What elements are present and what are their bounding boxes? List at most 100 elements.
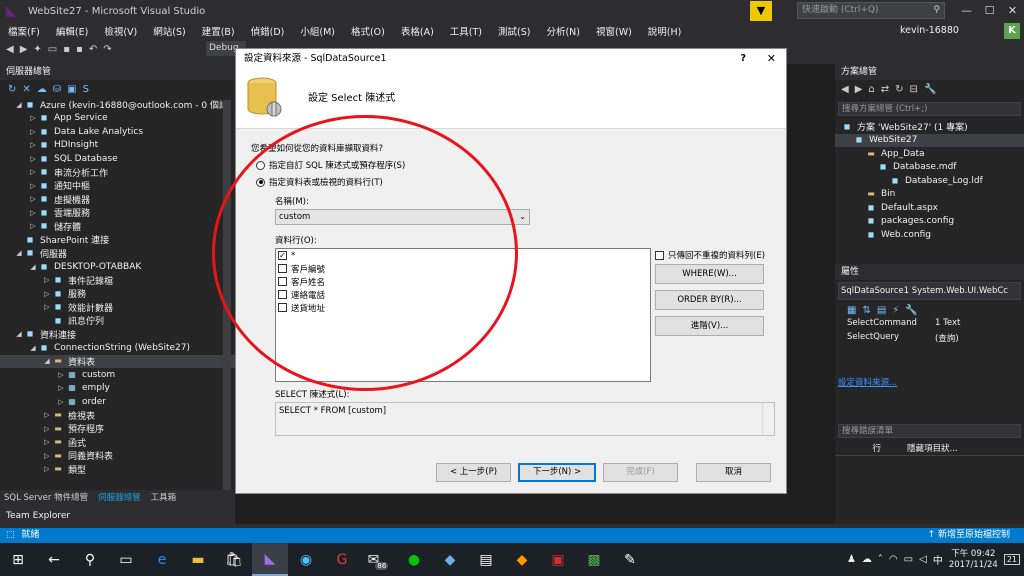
connect-server-icon[interactable]: ▣ — [67, 84, 76, 95]
menu-item-13[interactable]: 說明(H) — [640, 24, 690, 38]
tree-node[interactable]: ◢ ▬ 資料表 — [0, 354, 235, 368]
back-icon[interactable]: ◀ — [6, 44, 14, 55]
menu-item-9[interactable]: 工具(T) — [442, 24, 490, 38]
column-line[interactable]: 行 — [835, 442, 887, 455]
maximize-button[interactable]: ☐ — [978, 0, 1001, 22]
collapsed-icon[interactable]: ▷ — [42, 290, 52, 298]
menu-item-8[interactable]: 表格(A) — [393, 24, 442, 38]
column-checkbox[interactable]: ✓ — [278, 251, 287, 260]
configure-datasource-link[interactable]: 設定資料來源... — [835, 376, 1024, 388]
user-name[interactable]: kevin-16880 — [900, 25, 959, 36]
search-icon[interactable]: ⚲ — [72, 543, 108, 576]
collapsed-icon[interactable]: ▷ — [28, 141, 38, 149]
where-button[interactable]: WHERE(W)... — [655, 264, 764, 284]
media-icon[interactable]: ◉ — [288, 543, 324, 576]
wifi-icon[interactable]: ◠ — [889, 554, 898, 565]
finish-button[interactable]: 完成(F) — [603, 463, 678, 482]
tree-node[interactable]: ▷ ◼ 事件記錄檔 — [0, 274, 235, 288]
server-explorer-scrollbar[interactable] — [223, 100, 231, 490]
connect-sharepoint-icon[interactable]: S — [83, 84, 89, 95]
orderby-button[interactable]: ORDER BY(R)... — [655, 290, 764, 310]
tree-node[interactable]: ▷ ◼ 效能計數器 — [0, 301, 235, 315]
connect-azure-icon[interactable]: ☁ — [37, 84, 47, 95]
tree-node[interactable]: ▷ ◼ 儲存體 — [0, 220, 235, 234]
edge-icon[interactable]: e — [144, 543, 180, 576]
menu-item-0[interactable]: 檔案(F) — [0, 24, 48, 38]
tree-node[interactable]: ◢ ◼ Azure (kevin-16880@outlook.com - 0 個訂 — [0, 98, 235, 112]
collapsed-icon[interactable]: ▷ — [42, 452, 52, 460]
collapsed-icon[interactable]: ▷ — [42, 465, 52, 473]
column-checkbox[interactable] — [278, 290, 287, 299]
solution-node[interactable]: ◼ Database_Log.ldf — [835, 174, 1024, 188]
tree-node[interactable]: ▷ ▬ 檢視表 — [0, 409, 235, 423]
tree-node[interactable]: ▷ ◼ App Service — [0, 112, 235, 126]
property-row[interactable]: SelectQuery (查詢) — [835, 332, 1024, 346]
tree-node[interactable]: ▷ ◼ SQL Database — [0, 152, 235, 166]
panel-tab[interactable]: 伺服器總管 — [94, 490, 145, 504]
menu-item-4[interactable]: 建置(B) — [194, 24, 243, 38]
save-icon[interactable]: ▪ — [63, 44, 70, 55]
collapsed-icon[interactable]: ▷ — [28, 222, 38, 230]
tree-node[interactable]: ▷ ▦ emply — [0, 382, 235, 396]
quick-launch-input[interactable]: 快速啟動 (Ctrl+Q) ⚲ — [797, 2, 945, 19]
column-checkbox[interactable] — [278, 264, 287, 273]
collapsed-icon[interactable]: ▷ — [42, 411, 52, 419]
solution-node[interactable]: ◼ Database.mdf — [835, 161, 1024, 175]
table-name-combo[interactable]: custom ⌄ — [275, 209, 530, 225]
column-suppression[interactable]: 隱藏項目狀... — [887, 442, 958, 455]
tree-node[interactable]: ◼ 訊息佇列 — [0, 314, 235, 328]
back-arrow-icon[interactable]: ← — [36, 543, 72, 576]
file-explorer-icon[interactable]: ▬ — [180, 543, 216, 576]
radio-table-columns[interactable] — [256, 177, 265, 187]
collapsed-icon[interactable]: ▷ — [56, 384, 66, 392]
collapsed-icon[interactable]: ▷ — [42, 303, 52, 311]
menu-item-5[interactable]: 偵錯(D) — [243, 24, 293, 38]
tree-node[interactable]: ◼ SharePoint 連接 — [0, 233, 235, 247]
store-icon[interactable]: 🛍 — [216, 543, 252, 576]
solution-node[interactable]: ◼ WebSite27 — [835, 133, 1024, 147]
property-row[interactable]: SelectCommand 1 Text — [835, 318, 1024, 332]
connect-database-icon[interactable]: ⛁ — [53, 84, 61, 95]
sql-statement-box[interactable]: SELECT * FROM [custom] — [275, 402, 775, 436]
tree-node[interactable]: ◢ ◼ ConnectionString (WebSite27) — [0, 341, 235, 355]
menu-item-2[interactable]: 檢視(V) — [96, 24, 145, 38]
save-all-icon[interactable]: ▪ — [76, 44, 83, 55]
tree-node[interactable]: ▷ ▬ 類型 — [0, 463, 235, 477]
collapsed-icon[interactable]: ▷ — [28, 114, 38, 122]
tree-node[interactable]: ▷ ◼ 雲端服務 — [0, 206, 235, 220]
people-icon[interactable]: ♟ — [847, 554, 856, 565]
help-button[interactable]: ? — [740, 49, 746, 69]
collapsed-icon[interactable]: ▷ — [56, 371, 66, 379]
tree-node[interactable]: ▷ ▦ custom — [0, 368, 235, 382]
mail-icon[interactable]: ✉ 86 — [360, 543, 396, 576]
cloud-icon[interactable]: ☁ — [862, 554, 872, 565]
battery-icon[interactable]: ▭ — [904, 554, 913, 565]
next-button[interactable]: 下一步(N) > — [518, 463, 596, 482]
menu-item-3[interactable]: 網站(S) — [145, 24, 193, 38]
collapsed-icon[interactable]: ▷ — [42, 425, 52, 433]
tree-node[interactable]: ▷ ◼ 通知中樞 — [0, 179, 235, 193]
properties-icon[interactable]: ▤ — [877, 305, 886, 316]
collapsed-icon[interactable]: ▷ — [28, 195, 38, 203]
tree-node[interactable]: ▷ ◼ 服務 — [0, 287, 235, 301]
new-project-icon[interactable]: ✦ — [33, 44, 41, 55]
expanded-icon[interactable]: ◢ — [14, 249, 24, 257]
tree-node[interactable]: ▷ ◼ 串流分析工作 — [0, 166, 235, 180]
open-icon[interactable]: ▭ — [48, 44, 57, 55]
tree-node[interactable]: ▷ ▬ 函式 — [0, 436, 235, 450]
feedback-funnel-icon[interactable]: ▼ — [750, 1, 772, 21]
avatar[interactable]: K — [1004, 23, 1020, 39]
tree-node[interactable]: ▷ ◼ 虛擬機器 — [0, 193, 235, 207]
option-custom-sql[interactable]: 指定自訂 SQL 陳述式或預存程序(S) — [256, 159, 405, 171]
certificate-icon[interactable]: ▩ — [576, 543, 612, 576]
input-language[interactable]: 中 — [933, 552, 943, 567]
menu-item-6[interactable]: 小組(M) — [292, 24, 343, 38]
cancel-button[interactable]: 取消 — [696, 463, 771, 482]
collapsed-icon[interactable]: ▷ — [28, 209, 38, 217]
refresh-icon[interactable]: ↻ — [8, 84, 16, 95]
properties-object-selector[interactable]: SqlDataSource1 System.Web.UI.WebCc — [838, 282, 1021, 300]
collapsed-icon[interactable]: ▷ — [28, 182, 38, 190]
columns-list[interactable]: ✓ * 客戶編號 客戶姓名 連絡電話 送貨地址 — [275, 248, 651, 382]
menu-item-11[interactable]: 分析(N) — [538, 24, 588, 38]
team-explorer-tab[interactable]: Team Explorer — [0, 508, 235, 524]
